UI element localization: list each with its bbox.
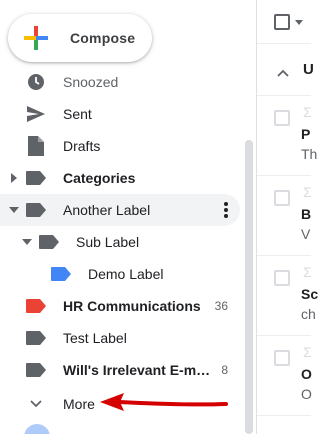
row-checkbox[interactable] [274, 270, 290, 286]
sidebar-item-categories[interactable]: Categories [0, 162, 240, 194]
annotation-arrow-icon [100, 393, 228, 411]
chevron-right-icon[interactable] [9, 173, 19, 183]
chevron-up-icon[interactable] [277, 64, 289, 80]
clock-icon [26, 72, 46, 92]
more-options-icon[interactable] [224, 202, 228, 218]
label-tag-icon [26, 296, 46, 316]
plus-multicolor-icon [24, 26, 48, 50]
chevron-down-icon [26, 394, 46, 414]
label-tag-icon [51, 264, 71, 284]
drag-handle-icon: Σ [303, 104, 312, 120]
inbox-section-header[interactable]: U [257, 44, 314, 96]
sidebar-item-label: Sent [63, 106, 92, 122]
unread-count: 8 [221, 363, 228, 377]
label-tag-icon [26, 360, 46, 380]
chevron-down-icon[interactable] [22, 237, 32, 247]
sidebar-item-label: Drafts [63, 138, 101, 154]
row-checkbox[interactable] [274, 110, 290, 126]
sidebar-scrollbar[interactable] [245, 140, 253, 434]
label-tag-icon [26, 200, 46, 220]
drag-handle-icon: Σ [303, 264, 312, 280]
sidebar-item-irrelevant[interactable]: Will's Irrelevant E-m… 8 [0, 354, 240, 386]
sidebar-item-label: Snoozed [63, 74, 119, 90]
row-checkbox[interactable] [274, 190, 290, 206]
compose-button[interactable]: Compose [8, 14, 152, 62]
table-row[interactable]: Σ Sc ch [257, 256, 318, 336]
sidebar-item-drafts[interactable]: Drafts [0, 130, 240, 162]
send-icon [26, 104, 46, 124]
label-tag-icon [39, 232, 59, 252]
table-row[interactable]: Σ P Th [257, 96, 317, 176]
drag-handle-icon: Σ [303, 184, 312, 200]
table-row[interactable]: Σ B V [257, 176, 312, 256]
row-snippet: Th [301, 146, 318, 162]
table-row[interactable]: Σ O O [257, 336, 312, 416]
sidebar-item-label: Test Label [63, 330, 127, 346]
avatar[interactable] [24, 424, 50, 434]
compose-label: Compose [70, 30, 136, 46]
row-snippet: O [301, 386, 312, 402]
row-snippet: ch [301, 306, 316, 322]
row-checkbox[interactable] [274, 350, 290, 366]
sidebar-item-label: Another Label [63, 202, 151, 218]
row-snippet: V [301, 226, 311, 242]
label-tag-icon [26, 168, 46, 188]
sidebar-item-snoozed[interactable]: Snoozed [0, 66, 240, 98]
sidebar-item-demo-label[interactable]: Demo Label [0, 258, 240, 290]
label-tag-icon [26, 328, 46, 348]
sidebar: Compose Snoozed Sent Drafts Categories A… [0, 0, 256, 434]
row-sender: O [301, 366, 312, 382]
sidebar-item-hr-communications[interactable]: HR Communications 36 [0, 290, 240, 322]
sidebar-item-label: Sub Label [76, 234, 140, 250]
sidebar-item-label: Will's Irrelevant E-m… [63, 362, 211, 378]
sidebar-item-test-label[interactable]: Test Label [0, 322, 240, 354]
sidebar-item-sent[interactable]: Sent [0, 98, 240, 130]
row-sender: B [301, 206, 312, 222]
unread-count: 36 [214, 299, 228, 313]
draft-icon [26, 136, 46, 156]
drag-handle-icon: Σ [303, 344, 312, 360]
sidebar-item-label: HR Communications [63, 298, 201, 314]
sidebar-item-label: More [63, 396, 95, 412]
sidebar-item-label: Categories [63, 170, 136, 186]
sidebar-item-sub-label[interactable]: Sub Label [0, 226, 240, 258]
toolbar [257, 0, 311, 44]
section-title: U [303, 61, 314, 78]
chevron-down-icon[interactable] [295, 20, 303, 25]
sidebar-item-label: Demo Label [88, 266, 164, 282]
row-sender: Sc [301, 286, 319, 302]
sidebar-item-another-label[interactable]: Another Label [0, 194, 240, 226]
chevron-down-icon[interactable] [9, 205, 19, 215]
message-list-panel: U Σ P Th Σ B V Σ Sc ch Σ O O [256, 0, 318, 434]
row-sender: P [301, 126, 311, 142]
select-all-checkbox[interactable] [274, 14, 290, 30]
